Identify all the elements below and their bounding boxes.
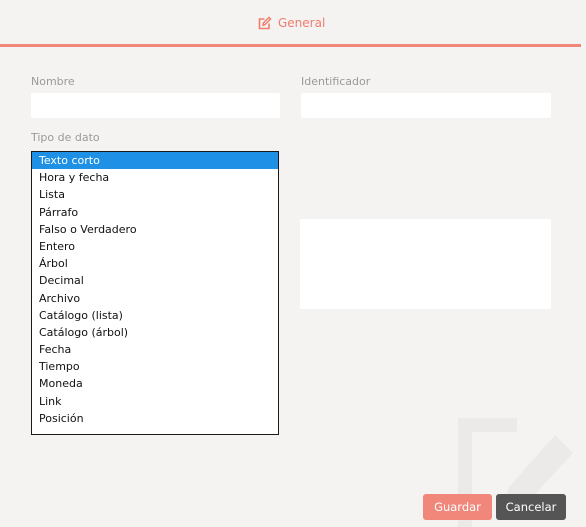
datatype-option[interactable]: Párrafo: [32, 204, 278, 221]
datatype-option[interactable]: Catálogo (lista): [32, 307, 278, 324]
datatype-option[interactable]: Lista: [32, 186, 278, 203]
datatype-dropdown-list[interactable]: Texto corto Hora y fecha Lista Párrafo Falso…: [31, 151, 279, 435]
datatype-option[interactable]: Fecha: [32, 341, 278, 358]
datatype-option[interactable]: Entero: [32, 238, 278, 255]
identifier-field[interactable]: [301, 93, 551, 118]
datatype-option[interactable]: Link: [32, 393, 278, 410]
name-field[interactable]: [31, 93, 280, 118]
tab-general[interactable]: General: [258, 13, 325, 33]
description-field[interactable]: [300, 219, 551, 309]
datatype-option[interactable]: Hora y fecha: [32, 169, 278, 186]
name-label: Nombre: [31, 75, 75, 88]
dialog-header: General: [0, 0, 581, 47]
edit-icon: [258, 16, 272, 30]
datatype-label: Tipo de dato: [31, 131, 100, 144]
datatype-option[interactable]: Tiempo: [32, 358, 278, 375]
datatype-option[interactable]: Posición: [32, 410, 278, 427]
datatype-option[interactable]: Catálogo (árbol): [32, 324, 278, 341]
identifier-label: Identificador: [301, 75, 371, 88]
save-button[interactable]: Guardar: [423, 494, 492, 520]
datatype-option[interactable]: Falso o Verdadero: [32, 221, 278, 238]
datatype-option[interactable]: Moneda: [32, 375, 278, 392]
cancel-button[interactable]: Cancelar: [496, 494, 566, 520]
tab-general-label: General: [278, 16, 326, 30]
datatype-option[interactable]: Texto corto: [32, 152, 278, 170]
datatype-option[interactable]: Decimal: [32, 272, 278, 289]
datatype-option[interactable]: Árbol: [32, 255, 278, 272]
datatype-option[interactable]: Archivo: [32, 290, 278, 307]
